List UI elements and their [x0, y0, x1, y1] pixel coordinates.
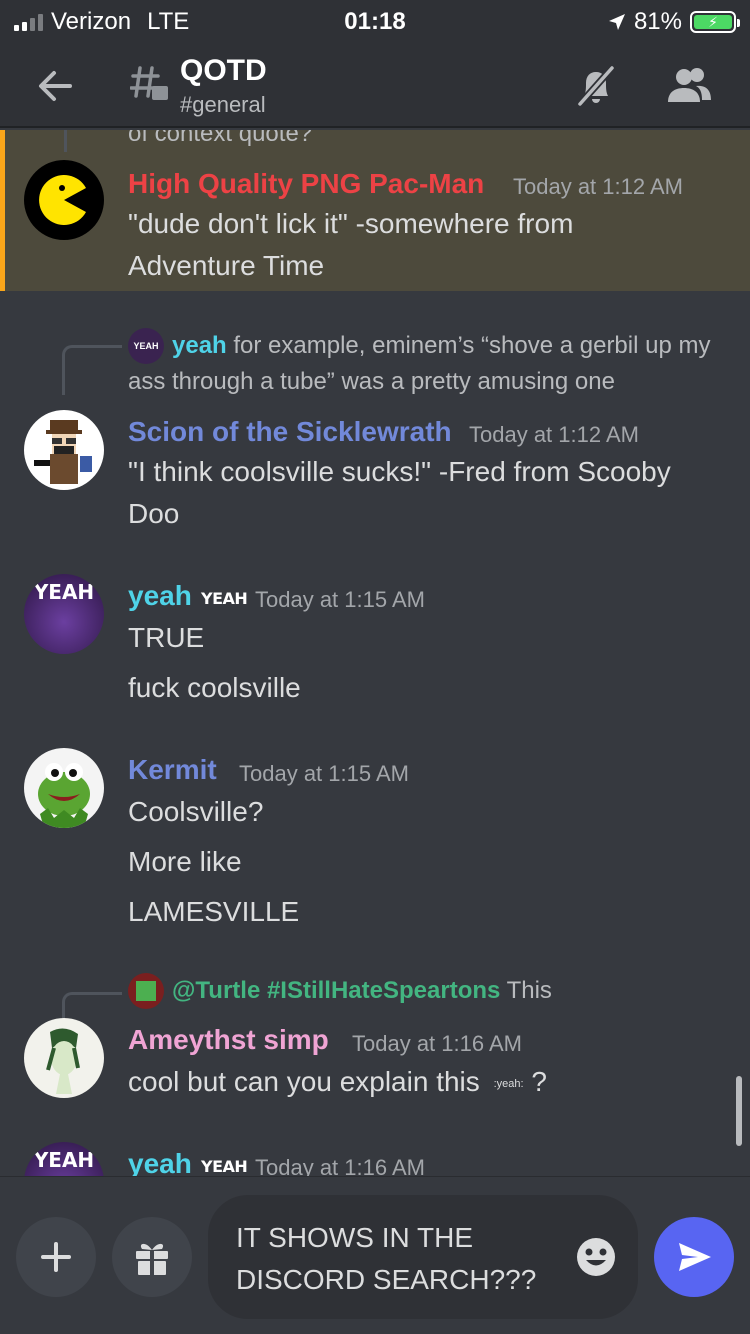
character-avatar-icon: [34, 420, 92, 484]
avatar-yeah[interactable]: YEAH: [24, 1142, 104, 1176]
back-arrow-icon[interactable]: [34, 64, 78, 108]
message-text: TRUE: [128, 622, 205, 653]
avatar-ameythst[interactable]: [24, 1018, 104, 1098]
channel-title: QOTD: [180, 54, 267, 87]
gift-button[interactable]: [112, 1217, 192, 1297]
reply-author: yeah: [172, 332, 227, 359]
character-avatar-icon: [46, 1028, 80, 1094]
avatar-pacman[interactable]: [24, 160, 104, 240]
timestamp: Today at 1:16 AM: [352, 1031, 522, 1056]
author-name[interactable]: yeah: [128, 580, 192, 612]
timestamp: Today at 1:12 AM: [513, 174, 683, 199]
clipped-message-text: of context quote?: [128, 130, 313, 147]
timestamp: Today at 1:16 AM: [255, 1155, 425, 1176]
avatar-yeah[interactable]: YEAH: [24, 574, 104, 654]
send-arrow-icon: [679, 1243, 711, 1271]
author-name[interactable]: yeah: [128, 1148, 192, 1176]
plus-icon: [41, 1242, 71, 1272]
reply-connector: [62, 992, 122, 1020]
message-text: LAMESVILLE: [128, 896, 300, 927]
message-text: cool but can you explain this :yeah: ?: [128, 1061, 728, 1105]
author-name[interactable]: Kermit: [128, 754, 217, 786]
reply-text: This: [506, 977, 552, 1004]
scrollbar[interactable]: [736, 1076, 742, 1146]
send-button[interactable]: [654, 1217, 734, 1297]
members-icon[interactable]: [664, 64, 714, 108]
message-input[interactable]: IT SHOWS IN THE DISCORD SEARCH???: [208, 1195, 638, 1319]
channel-subtitle: #general: [180, 92, 266, 117]
reply-preview[interactable]: @Turtle #IStillHateSpeartons This: [172, 973, 552, 1009]
author-name[interactable]: High Quality PNG Pac-Man: [128, 168, 484, 200]
avatar-badge: YEAH: [33, 1148, 95, 1172]
author-name[interactable]: Ameythst simp: [128, 1024, 329, 1056]
timestamp: Today at 1:12 AM: [469, 422, 639, 447]
reply-author: @Turtle #IStillHateSpeartons: [172, 977, 501, 1004]
message-list[interactable]: of context quote? High Quality PNG Pac-M…: [0, 130, 750, 1176]
avatar-kermit[interactable]: [24, 748, 104, 828]
avatar-badge: YEAH: [33, 580, 95, 604]
author-name[interactable]: Scion of the Sicklewrath: [128, 416, 452, 448]
avatar-scion[interactable]: [24, 410, 104, 490]
message-end: ?: [531, 1066, 547, 1097]
timestamp: Today at 1:15 AM: [239, 761, 409, 786]
thread-hash-icon: [130, 66, 168, 100]
role-tag: YEAH: [201, 589, 248, 608]
status-bar: Verizon LTE 01:18 81% ⚡: [0, 0, 750, 44]
channel-header: QOTD #general: [0, 44, 750, 128]
message-body: cool but can you explain this: [128, 1066, 480, 1097]
status-right: 81% ⚡: [608, 8, 740, 36]
message-text: "dude don't lick it" -somewhere from Adv…: [128, 208, 574, 281]
message-text: More like: [128, 846, 242, 877]
pacman-icon: [39, 175, 86, 225]
timestamp: Today at 1:15 AM: [255, 587, 425, 612]
emoji-icon[interactable]: [574, 1235, 618, 1279]
kermit-icon: [38, 763, 90, 828]
reply-avatar-turtle: [128, 973, 164, 1009]
location-arrow-icon: [608, 14, 625, 30]
emoji-text: :yeah:: [493, 1077, 524, 1090]
battery-percent: 81%: [633, 8, 682, 35]
message-text: fuck coolsville: [128, 672, 301, 703]
message-text: "I think coolsville sucks!" -Fred from S…: [128, 456, 671, 529]
reply-preview[interactable]: yeah for example, eminem’s “shove a gerb…: [128, 328, 728, 400]
gift-icon: [136, 1243, 168, 1275]
battery-icon: ⚡: [690, 11, 740, 33]
message-input-text[interactable]: IT SHOWS IN THE DISCORD SEARCH???: [236, 1217, 556, 1301]
reply-connector: [62, 345, 122, 395]
message-text: Coolsville?: [128, 796, 264, 827]
add-attachment-button[interactable]: [16, 1217, 96, 1297]
role-tag: YEAH: [201, 1157, 248, 1176]
reply-connector: [64, 130, 67, 152]
muted-bell-icon[interactable]: [572, 62, 620, 110]
message-composer: IT SHOWS IN THE DISCORD SEARCH???: [0, 1176, 750, 1334]
